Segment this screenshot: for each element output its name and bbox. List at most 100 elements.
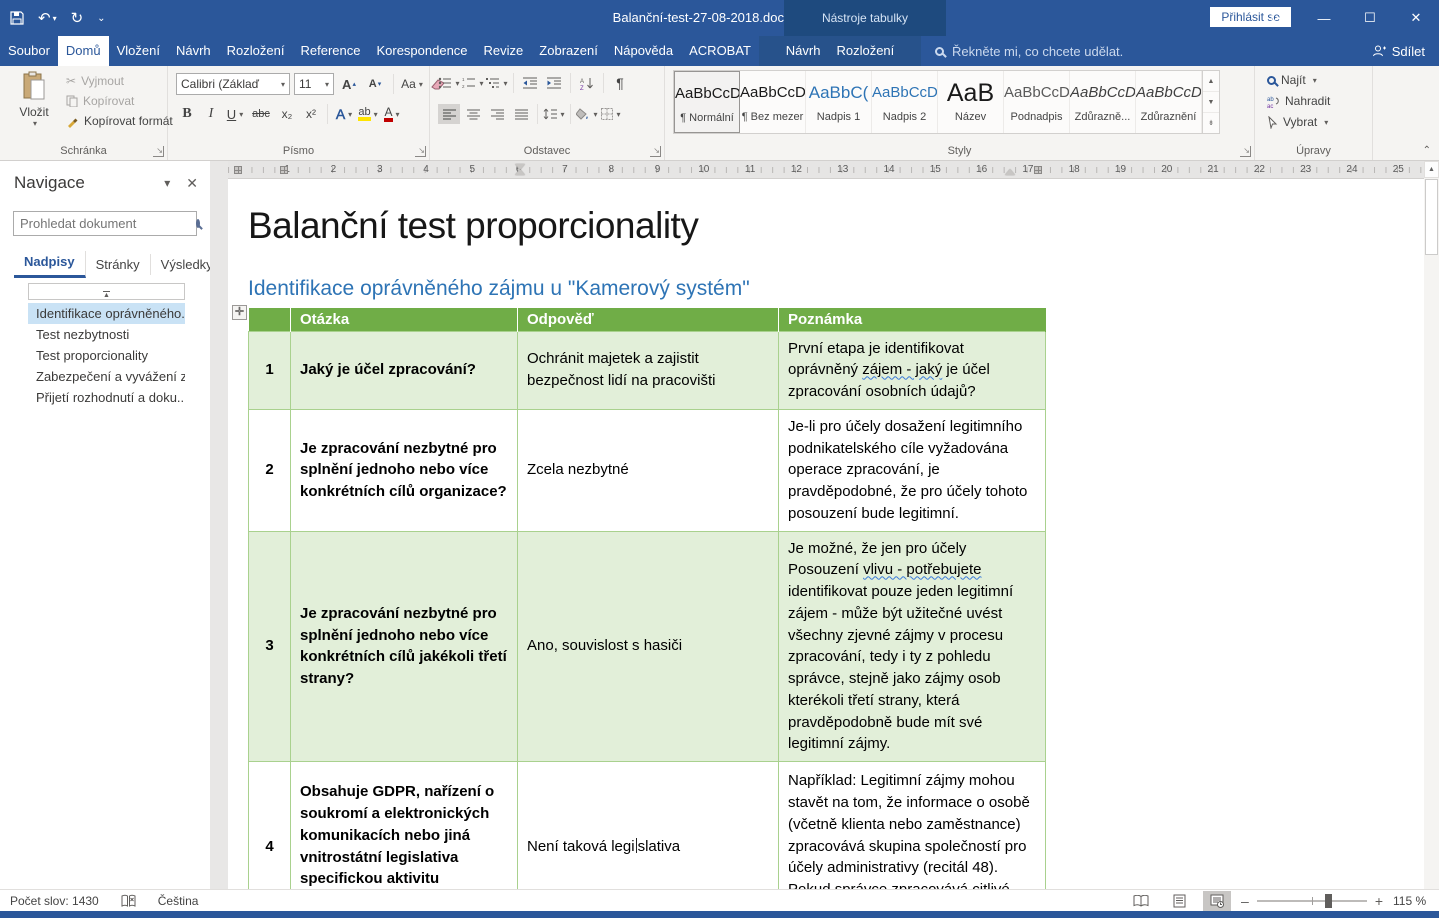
answer-cell[interactable]: Není taková legislativa — [518, 762, 779, 890]
document-title-text[interactable]: Balanční test proporcionality — [248, 205, 1424, 247]
right-indent-marker[interactable] — [1005, 169, 1015, 175]
document-area[interactable]: 1234567891011121314151617181920212223242… — [228, 161, 1424, 889]
table-move-handle[interactable]: ✛ — [232, 305, 247, 320]
text-effects-button[interactable]: A▾ — [333, 104, 355, 124]
align-right-button[interactable] — [486, 104, 508, 124]
table-row[interactable]: 3 Je zpracování nezbytné pro splnění jed… — [249, 531, 1046, 762]
ribbon-tab[interactable]: Návrh — [168, 36, 219, 66]
navigation-options-arrow-icon[interactable]: ▾ — [164, 176, 170, 190]
styles-more-icon[interactable]: ⇟ — [1203, 113, 1219, 133]
word-count[interactable]: Počet slov: 1430 — [10, 894, 99, 908]
sort-button[interactable]: AZ — [576, 73, 598, 93]
strikethrough-button[interactable]: abc — [248, 104, 274, 124]
question-cell[interactable]: Obsahuje GDPR, nařízení o soukromí a ele… — [291, 762, 518, 890]
navigation-search-box[interactable]: ▾ — [13, 211, 197, 236]
underline-button[interactable]: U▾ — [224, 104, 246, 124]
style-card[interactable]: AaBbCcDc ¶ Bez mezer — [740, 71, 806, 133]
heading-nav-item[interactable]: Test proporcionality — [28, 345, 185, 366]
style-card[interactable]: AaBbC( Nadpis 1 — [806, 71, 872, 133]
heading-nav-item[interactable]: Zabezpečení a vyvážení zp... — [28, 366, 185, 387]
ribbon-tab[interactable]: Vložení — [109, 36, 168, 66]
ribbon-tab[interactable]: Soubor — [0, 36, 58, 66]
line-spacing-button[interactable]: ▾ — [543, 104, 565, 124]
font-dialog-launcher[interactable]: ↘ — [415, 146, 426, 157]
heading-nav-item[interactable]: Identifikace oprávněného... — [28, 303, 185, 324]
find-button[interactable]: Najít▾ — [1267, 73, 1330, 87]
zoom-track[interactable] — [1257, 900, 1367, 902]
ribbon-tab[interactable]: Reference — [292, 36, 368, 66]
subscript-button[interactable]: x₂ — [276, 104, 298, 124]
note-cell[interactable]: První etapa je identifikovat oprávněný z… — [779, 331, 1046, 409]
align-left-button[interactable] — [438, 104, 460, 124]
show-formatting-button[interactable]: ¶ — [609, 73, 631, 93]
select-button[interactable]: Vybrat▾ — [1267, 115, 1330, 129]
row-number-cell[interactable]: 2 — [249, 409, 291, 531]
table-tools-tab[interactable]: Návrh — [778, 36, 829, 66]
style-card[interactable]: AaBbCcD Nadpis 2 — [872, 71, 938, 133]
bold-button[interactable]: B — [176, 104, 198, 124]
note-cell[interactable]: Je možné, že jen pro účely Posouzení vli… — [779, 531, 1046, 762]
numbered-list-button[interactable]: 12▾ — [462, 73, 484, 93]
maximize-button[interactable]: ☐ — [1347, 0, 1393, 36]
grow-font-button[interactable]: A▴ — [338, 74, 360, 94]
navigation-close-icon[interactable]: ✕ — [186, 175, 198, 192]
question-cell[interactable]: Je zpracování nezbytné pro splnění jedno… — [291, 409, 518, 531]
table-row[interactable]: 4 Obsahuje GDPR, nařízení o soukromí a e… — [249, 762, 1046, 890]
note-cell[interactable]: Je-li pro účely dosažení legitimního pod… — [779, 409, 1046, 531]
web-layout-view-icon[interactable] — [1203, 891, 1231, 911]
read-mode-view-icon[interactable] — [1127, 891, 1155, 911]
multilevel-list-button[interactable]: ▾ — [486, 73, 508, 93]
minimize-button[interactable]: — — [1301, 0, 1347, 36]
scroll-up-arrow-icon[interactable]: ▲ — [1424, 161, 1439, 178]
language-indicator[interactable]: Čeština — [158, 894, 199, 908]
note-cell[interactable]: Například: Legitimní zájmy mohou stavět … — [779, 762, 1046, 890]
shading-button[interactable]: ▾ — [576, 104, 598, 124]
ribbon-tab[interactable]: Rozložení — [219, 36, 293, 66]
paragraph-dialog-launcher[interactable]: ↘ — [650, 146, 661, 157]
tell-me-box[interactable]: Řekněte mi, co chcete udělat. — [935, 36, 1123, 66]
decrease-indent-button[interactable] — [519, 73, 541, 93]
justify-button[interactable] — [510, 104, 532, 124]
navigation-tab[interactable]: Stránky — [86, 254, 151, 275]
scrollbar-thumb[interactable] — [1425, 179, 1438, 255]
paste-button[interactable]: Vložit ▾ — [8, 71, 60, 145]
clipboard-dialog-launcher[interactable]: ↘ — [153, 146, 164, 157]
highlight-button[interactable]: ab▾ — [357, 104, 379, 124]
ribbon-tab[interactable]: Nápověda — [606, 36, 681, 66]
superscript-button[interactable]: x² — [300, 104, 322, 124]
borders-button[interactable]: ▾ — [600, 104, 622, 124]
answer-cell[interactable]: Ochránit majetek a zajistit bezpečnost l… — [518, 331, 779, 409]
vertical-scrollbar[interactable]: ▲ — [1424, 161, 1439, 889]
table-row[interactable]: 1 Jaký je účel zpracování? Ochránit maje… — [249, 331, 1046, 409]
search-input[interactable] — [20, 216, 196, 231]
bullet-list-button[interactable]: ▾ — [438, 73, 460, 93]
proofing-errors-icon[interactable] — [121, 894, 136, 908]
zoom-thumb[interactable] — [1325, 894, 1332, 908]
increase-indent-button[interactable] — [543, 73, 565, 93]
style-card[interactable]: AaBbCcDc Zdůrazně... — [1070, 71, 1136, 133]
ribbon-tab[interactable]: Zobrazení — [531, 36, 606, 66]
row-number-cell[interactable]: 4 — [249, 762, 291, 890]
style-card[interactable]: AaBbCcD Podnadpis — [1004, 71, 1070, 133]
table-row[interactable]: 2 Je zpracování nezbytné pro splnění jed… — [249, 409, 1046, 531]
share-button[interactable]: Sdílet — [1372, 36, 1425, 66]
question-cell[interactable]: Jaký je účel zpracování? — [291, 331, 518, 409]
navigation-tab[interactable]: Nadpisy — [14, 251, 86, 278]
collapse-headings-button[interactable]: ▲ — [28, 283, 185, 300]
heading-nav-item[interactable]: Přijetí rozhodnutí a doku... — [28, 387, 185, 408]
ribbon-tab[interactable]: Revize — [476, 36, 532, 66]
document-heading[interactable]: Identifikace oprávněného zájmu u "Kamero… — [248, 277, 1424, 301]
shrink-font-button[interactable]: A▾ — [364, 74, 386, 94]
document-page[interactable]: Balanční test proporcionality Identifika… — [228, 179, 1424, 889]
font-name-combo[interactable]: Calibri (Záklaď▾ — [176, 73, 290, 95]
style-card[interactable]: AaBbCcDc Zdůraznění — [1136, 71, 1202, 133]
zoom-slider[interactable]: – + — [1241, 893, 1383, 909]
font-color-button[interactable]: A▾ — [381, 104, 403, 124]
search-icon[interactable] — [196, 219, 200, 228]
print-layout-view-icon[interactable] — [1165, 891, 1193, 911]
align-center-button[interactable] — [462, 104, 484, 124]
ribbon-tab[interactable]: ACROBAT — [681, 36, 759, 66]
style-card[interactable]: AaB Název — [938, 71, 1004, 133]
close-button[interactable]: ✕ — [1393, 0, 1439, 36]
styles-scroll-up-icon[interactable]: ▲ — [1203, 71, 1219, 92]
